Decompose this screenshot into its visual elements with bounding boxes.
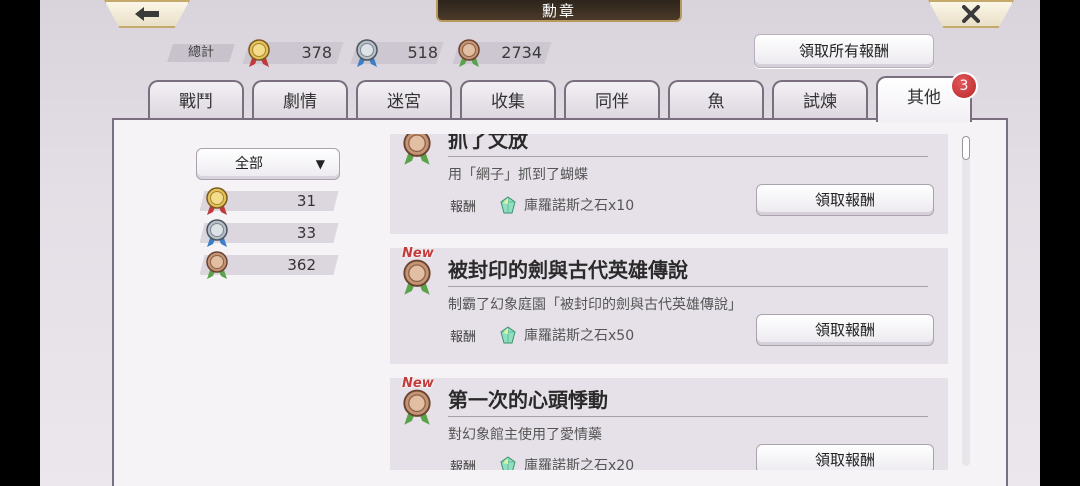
bronze-medal-icon xyxy=(206,251,228,279)
bronze-count: 362 xyxy=(287,256,316,274)
divider xyxy=(448,156,928,157)
bronze-medal-icon xyxy=(403,389,431,425)
bronze-medal-icon xyxy=(403,259,431,295)
bronze-medal-icon xyxy=(403,134,431,165)
achievement-description: 用「網子」抓到了蝴蝶 xyxy=(448,167,588,183)
total-gold: 378 xyxy=(301,43,332,62)
claim-reward-button[interactable]: 領取報酬 xyxy=(756,444,934,470)
scrollbar-thumb[interactable] xyxy=(962,136,970,160)
total-silver: 518 xyxy=(407,43,438,62)
new-badge: New xyxy=(402,246,434,261)
close-x-icon xyxy=(962,5,980,23)
chevron-down-icon: ▼ xyxy=(315,157,325,171)
achievement-title: 第一次的心頭悸動 xyxy=(448,388,608,412)
achievement-description: 制霸了幻象庭園「被封印的劍與古代英雄傳說」 xyxy=(448,297,742,313)
gold-medal-icon xyxy=(248,39,270,67)
reward-value: 庫羅諾斯之石x50 xyxy=(524,328,635,344)
claim-reward-button[interactable]: 領取報酬 xyxy=(756,314,934,346)
tab-story[interactable]: 劇情 xyxy=(252,80,348,120)
scrollbar-track[interactable] xyxy=(962,136,970,466)
screen-title: 勳章 xyxy=(436,0,682,22)
close-button[interactable] xyxy=(928,0,1014,28)
total-label: 總計 xyxy=(167,44,235,62)
chronos-stone-icon xyxy=(500,326,516,344)
reward-value: 庫羅諾斯之石x20 xyxy=(524,458,635,470)
reward-label: 報酬 xyxy=(450,200,477,215)
divider xyxy=(448,416,928,417)
tab-collection[interactable]: 收集 xyxy=(460,80,556,120)
silver-medal-icon xyxy=(206,219,228,247)
reward-value: 庫羅諾斯之石x10 xyxy=(524,198,635,214)
chronos-stone-icon xyxy=(500,456,516,470)
divider xyxy=(448,286,928,287)
tab-battle[interactable]: 戰鬥 xyxy=(148,80,244,120)
tab-trials[interactable]: 試煉 xyxy=(772,80,868,120)
bronze-medal-icon xyxy=(458,39,480,67)
achievement-card: New 第一次的心頭悸動 對幻象館主使用了愛情藥 報酬 庫羅諾斯之石x20 領取… xyxy=(390,376,948,470)
gold-count: 31 xyxy=(296,192,316,210)
reward-label: 報酬 xyxy=(450,460,477,470)
silver-count: 33 xyxy=(296,224,316,242)
back-button[interactable] xyxy=(104,0,190,28)
achievement-card: New 被封印的劍與古代英雄傳說 制霸了幻象庭園「被封印的劍與古代英雄傳說」 報… xyxy=(390,246,948,364)
filter-dropdown[interactable]: 全部 ▼ xyxy=(196,148,340,180)
chronos-stone-icon xyxy=(500,196,516,214)
achievement-title: 抓了文放 xyxy=(448,134,528,152)
claim-all-button[interactable]: 領取所有報酬 xyxy=(754,34,934,68)
achievement-list[interactable]: 抓了文放 用「網子」抓到了蝴蝶 報酬 庫羅諾斯之石x10 領取報酬 New 被封… xyxy=(390,134,950,470)
tab-fish[interactable]: 魚 xyxy=(668,80,764,120)
achievement-screen: 勳章 總計 378 518 2734 領取所有報酬 戰鬥 劇情 迷宮 收集 同伴… xyxy=(40,0,1040,486)
total-bronze: 2734 xyxy=(501,43,542,62)
gold-medal-icon xyxy=(206,187,228,215)
notification-badge: 3 xyxy=(950,72,978,100)
tab-labyrinth[interactable]: 迷宮 xyxy=(356,80,452,120)
achievement-panel: 全部 ▼ 31 33 362 抓了文放 用「網子」抓到了蝴蝶 報酬 庫羅諾斯之石… xyxy=(112,118,1008,486)
reward-label: 報酬 xyxy=(450,330,477,345)
tab-companions[interactable]: 同伴 xyxy=(564,80,660,120)
silver-medal-icon xyxy=(356,39,378,67)
filter-value: 全部 xyxy=(235,156,263,172)
achievement-description: 對幻象館主使用了愛情藥 xyxy=(448,427,602,443)
new-badge: New xyxy=(402,376,434,391)
achievement-title: 被封印的劍與古代英雄傳說 xyxy=(448,258,688,282)
back-arrow-icon xyxy=(135,7,159,21)
claim-reward-button[interactable]: 領取報酬 xyxy=(756,184,934,216)
achievement-card: 抓了文放 用「網子」抓到了蝴蝶 報酬 庫羅諾斯之石x10 領取報酬 xyxy=(390,134,948,234)
